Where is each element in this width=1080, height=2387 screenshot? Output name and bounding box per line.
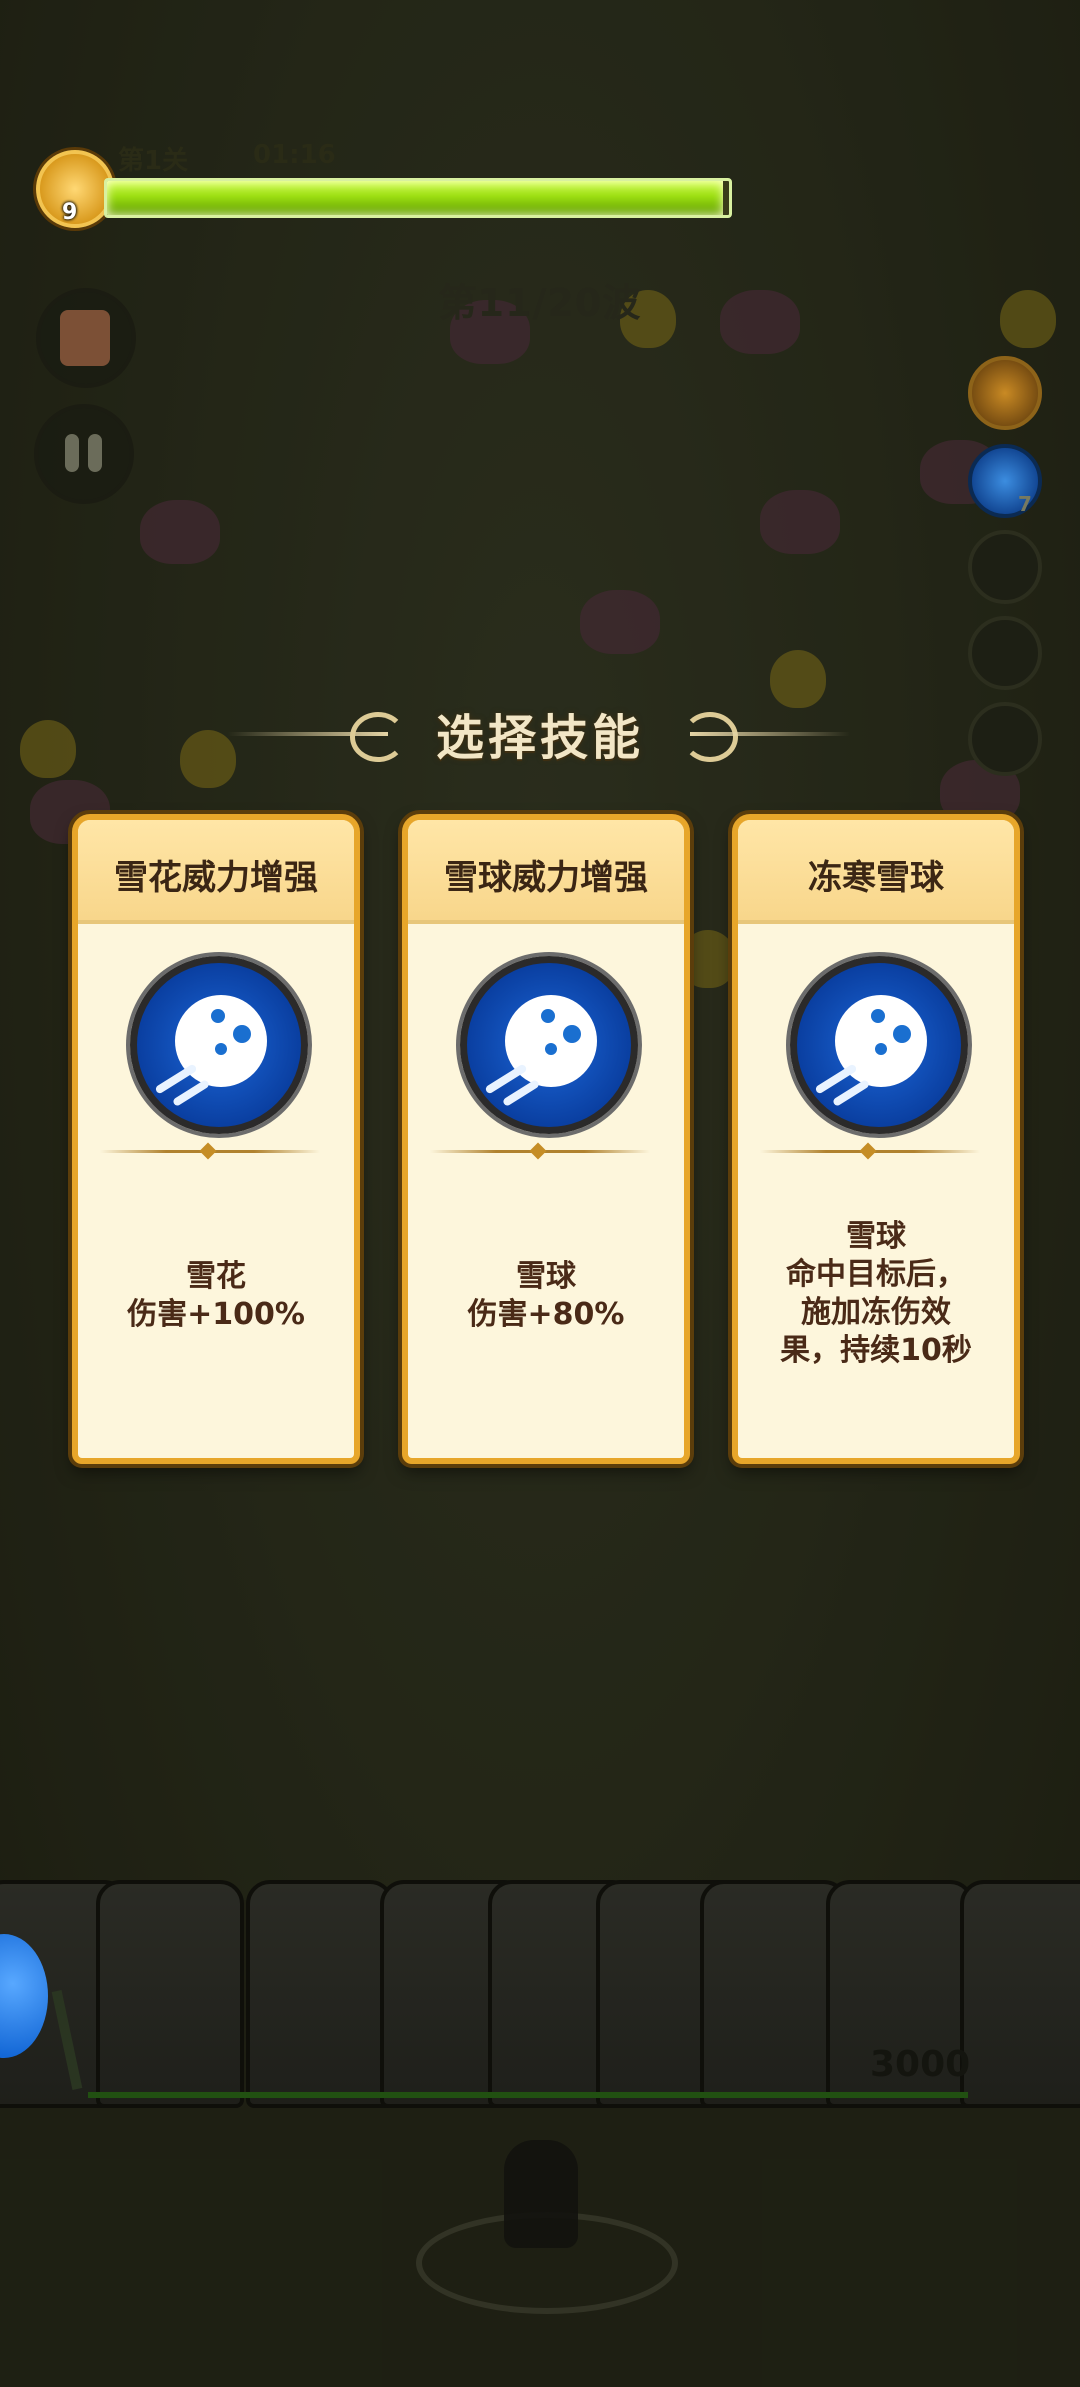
skill-select-title: 选择技能 — [435, 710, 644, 766]
desc-line: 果，持续10秒 — [780, 1333, 972, 1368]
skill-slot-empty — [968, 616, 1042, 690]
level-badge: 9 — [36, 150, 114, 228]
pause-button[interactable] — [34, 404, 134, 504]
divider-diamond-icon — [199, 1142, 217, 1160]
skill-card[interactable]: 雪球威力增强 雪球 伤害+80% — [402, 814, 690, 1464]
skill-card[interactable]: 雪花威力增强 雪花 伤害+100% — [72, 814, 360, 1464]
desc-line: 施加冻伤效 — [801, 1295, 951, 1330]
stage-progress-bar — [104, 178, 732, 218]
card-header: 冻寒雪球 — [738, 820, 1014, 924]
desc-line: 命中目标后， — [786, 1257, 966, 1292]
pause-icon — [65, 434, 79, 472]
swirl-ornament-icon — [682, 712, 738, 762]
desc-line: 雪球 — [516, 1259, 576, 1294]
stage-progress-fill — [107, 181, 723, 215]
card-header: 雪花威力增强 — [78, 820, 354, 924]
level-number: 9 — [62, 200, 78, 225]
timer: 01:16 — [253, 140, 336, 170]
card-description: 雪球 命中目标后， 施加冻伤效 果，持续10秒 — [750, 1218, 1002, 1370]
card-header: 雪球威力增强 — [408, 820, 684, 924]
scroll-button[interactable] — [36, 288, 136, 388]
snowball-icon — [130, 956, 308, 1134]
card-title: 雪球威力增强 — [444, 858, 648, 898]
snowball-icon — [790, 956, 968, 1134]
divider-diamond-icon — [859, 1142, 877, 1160]
skill-slot-count: 7 — [1018, 492, 1032, 516]
card-title: 雪花威力增强 — [114, 858, 318, 898]
pause-icon — [88, 434, 102, 472]
desc-line: 雪球 — [846, 1219, 906, 1254]
card-description: 雪球 伤害+80% — [420, 1258, 672, 1334]
desc-line: 伤害+80% — [467, 1297, 625, 1332]
skill-card[interactable]: 冻寒雪球 雪球 命中目标后， 施加冻伤效 果，持续10秒 — [732, 814, 1020, 1464]
skill-slot-empty — [968, 530, 1042, 604]
card-description: 雪花 伤害+100% — [90, 1258, 342, 1334]
desc-line: 伤害+100% — [127, 1297, 305, 1332]
skill-slot-dove — [968, 356, 1042, 430]
stage-label: 第1关 — [118, 146, 189, 176]
desc-line: 雪花 — [186, 1259, 246, 1294]
title-ornament-right — [690, 732, 850, 736]
snowball-icon — [460, 956, 638, 1134]
scroll-icon — [60, 310, 110, 366]
divider-diamond-icon — [529, 1142, 547, 1160]
wave-counter: 第11/20波 — [438, 281, 642, 325]
card-title: 冻寒雪球 — [808, 858, 944, 898]
